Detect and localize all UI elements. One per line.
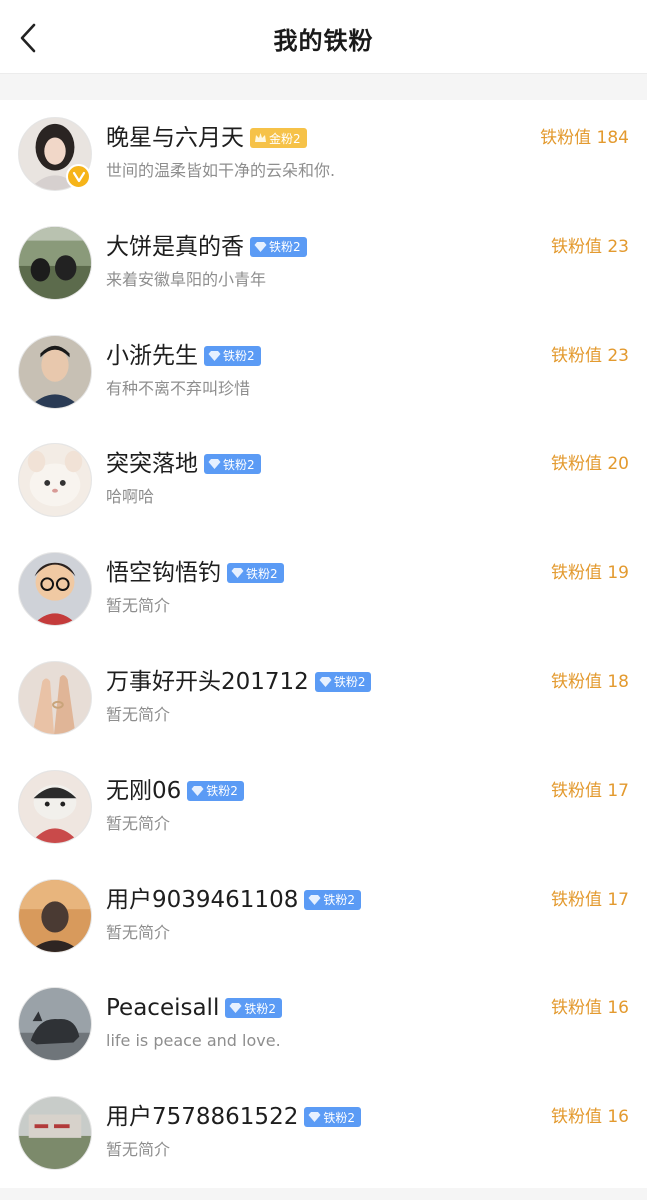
fan-row[interactable]: 悟空钩悟钓 铁粉2 暂无简介 铁粉值 19 — [0, 535, 647, 644]
fan-row[interactable]: 小浙先生 铁粉2 有种不离不弃叫珍惜 铁粉值 23 — [0, 318, 647, 427]
crown-icon — [255, 133, 266, 142]
avatar[interactable] — [18, 769, 92, 844]
fan-badge: 金粉2 — [250, 128, 307, 148]
fan-badge: 铁粉2 — [314, 671, 372, 692]
badge-label: 铁粉2 — [206, 784, 238, 799]
fan-score: 铁粉值 23 — [550, 345, 629, 366]
verified-icon — [66, 164, 91, 189]
badge-label: 铁粉2 — [223, 457, 255, 472]
avatar[interactable] — [18, 225, 92, 300]
avatar[interactable] — [18, 1096, 92, 1171]
fan-bio: 来着安徽阜阳的小青年 — [106, 269, 267, 289]
badge-label: 铁粉2 — [333, 675, 366, 690]
avatar[interactable] — [18, 987, 92, 1062]
fan-badge: 铁粉2 — [304, 889, 361, 910]
fan-row[interactable]: 大饼是真的香 铁粉2 来着安徽阜阳的小青年 铁粉值 23 — [0, 209, 647, 318]
fan-badge: 铁粉2 — [204, 345, 261, 366]
fan-score: 铁粉值 18 — [550, 671, 629, 692]
fan-score: 铁粉值 20 — [550, 454, 629, 475]
fan-bio: life is peace and love. — [106, 1031, 281, 1051]
fan-row[interactable]: 晚星与六月天 金粉2 世间的温柔皆如干净的云朵和你. 铁粉值 184 — [0, 100, 647, 209]
fan-name[interactable]: 突突落地 — [106, 448, 198, 480]
badge-label: 铁粉2 — [223, 349, 255, 364]
fan-row[interactable]: Peaceisall 铁粉2 life is peace and love. 铁… — [0, 970, 647, 1079]
fan-badge: 铁粉2 — [187, 780, 244, 801]
top-bar: 我的铁粉 — [0, 0, 647, 74]
fan-bio: 暂无简介 — [106, 813, 171, 833]
fan-bio: 哈啊哈 — [106, 487, 155, 507]
diamond-icon — [308, 1112, 321, 1123]
fan-badge: 铁粉2 — [227, 563, 284, 584]
avatar[interactable] — [18, 878, 92, 953]
fan-bio: 有种不离不弃叫珍惜 — [106, 378, 251, 398]
fan-badge: 铁粉2 — [204, 454, 261, 475]
fan-name[interactable]: 万事好开头201712 — [106, 666, 309, 698]
fan-score: 铁粉值 16 — [550, 998, 629, 1019]
avatar[interactable] — [18, 334, 92, 409]
fan-name[interactable]: 小浙先生 — [106, 340, 198, 372]
badge-label: 铁粉2 — [323, 893, 355, 908]
fan-row[interactable]: 无刚06 铁粉2 暂无简介 铁粉值 17 — [0, 753, 647, 862]
avatar[interactable] — [18, 552, 92, 627]
diamond-icon — [208, 350, 221, 361]
fan-badge: 铁粉2 — [225, 998, 282, 1019]
fan-score: 铁粉值 19 — [550, 563, 629, 584]
page-title: 我的铁粉 — [273, 27, 374, 55]
badge-label: 金粉2 — [269, 131, 301, 146]
bottom-strip — [0, 1188, 647, 1200]
diamond-icon — [254, 241, 267, 252]
fan-score: 铁粉值 16 — [550, 1107, 629, 1128]
fan-bio: 暂无简介 — [106, 922, 171, 942]
fan-bio: 世间的温柔皆如干净的云朵和你. — [106, 161, 336, 180]
fan-name[interactable]: 用户7578861522 — [106, 1101, 298, 1133]
section-gap — [0, 74, 647, 100]
fan-badge: 铁粉2 — [304, 1107, 361, 1128]
fan-score: 铁粉值 17 — [550, 780, 629, 801]
fan-list: 晚星与六月天 金粉2 世间的温柔皆如干净的云朵和你. 铁粉值 184 大饼是真的… — [0, 100, 647, 1188]
fan-badge: 铁粉2 — [250, 236, 307, 257]
fan-name[interactable]: 晚星与六月天 — [106, 122, 244, 154]
avatar[interactable] — [18, 660, 92, 735]
fan-name[interactable]: 用户9039461108 — [106, 884, 298, 916]
diamond-icon — [191, 785, 204, 796]
diamond-icon — [229, 1003, 242, 1014]
fan-name[interactable]: 悟空钩悟钓 — [106, 557, 221, 589]
fan-name[interactable]: 大饼是真的香 — [106, 231, 244, 263]
fan-row[interactable]: 万事好开头201712 铁粉2 暂无简介 铁粉值 18 — [0, 644, 647, 753]
fan-name[interactable]: Peaceisall — [106, 992, 219, 1024]
fan-name[interactable]: 无刚06 — [106, 775, 181, 807]
fan-bio: 暂无简介 — [106, 1140, 171, 1160]
fan-score: 铁粉值 184 — [540, 128, 629, 148]
badge-label: 铁粉2 — [323, 1110, 355, 1125]
badge-label: 铁粉2 — [244, 1001, 276, 1016]
fan-score: 铁粉值 23 — [550, 236, 629, 257]
fan-score: 铁粉值 17 — [550, 889, 629, 910]
avatar[interactable] — [18, 443, 92, 518]
diamond-icon — [308, 894, 321, 905]
diamond-icon — [319, 676, 332, 687]
fan-row[interactable]: 用户9039461108 铁粉2 暂无简介 铁粉值 17 — [0, 862, 647, 971]
badge-label: 铁粉2 — [246, 566, 278, 581]
badge-label: 铁粉2 — [269, 240, 301, 255]
fan-row[interactable]: 用户7578861522 铁粉2 暂无简介 铁粉值 16 — [0, 1079, 647, 1188]
diamond-icon — [208, 459, 221, 470]
fan-bio: 暂无简介 — [106, 704, 171, 724]
fan-bio: 暂无简介 — [106, 596, 171, 616]
diamond-icon — [231, 568, 244, 579]
fan-row[interactable]: 突突落地 铁粉2 哈啊哈 铁粉值 20 — [0, 426, 647, 535]
